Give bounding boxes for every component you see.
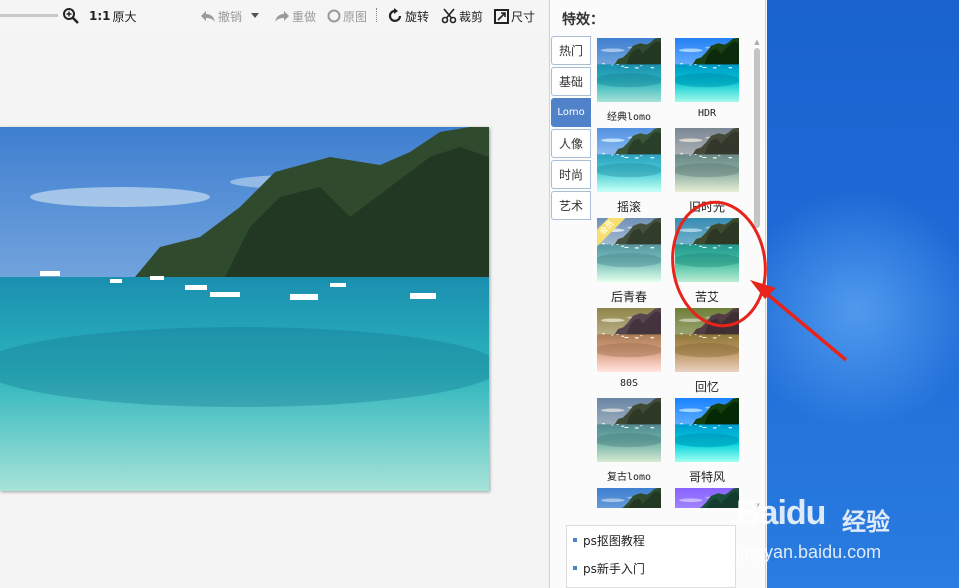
effect-item[interactable]: 会员 后青春 xyxy=(597,218,661,304)
effect-thumbnail xyxy=(675,128,739,192)
chevron-down-icon xyxy=(251,13,259,18)
effect-label: 苦艾 xyxy=(694,290,719,304)
effect-thumbnail xyxy=(675,488,739,508)
effect-label: 哥特风 xyxy=(688,470,725,484)
rotate-icon xyxy=(388,8,402,22)
redo-button[interactable]: 重做 xyxy=(274,6,316,26)
top-toolbar: 1:1 原大 撤销 重做 原图 旋转 裁剪 尺寸 xyxy=(0,0,548,32)
category-tabs: 热门 基础 Lomo 人像 时尚 艺术 xyxy=(551,36,591,222)
effect-label: 复古lomo xyxy=(606,472,652,483)
undo-label: 撤销 xyxy=(218,9,243,24)
effect-item[interactable]: 苦艾 xyxy=(675,218,739,304)
effect-thumbnail xyxy=(675,218,739,282)
effect-thumbnail xyxy=(597,488,661,508)
rotate-label: 旋转 xyxy=(405,9,430,24)
edited-photo[interactable] xyxy=(0,127,489,491)
baidu-watermark: Baidu 经验 jingyan.baidu.com xyxy=(736,488,946,578)
effect-item[interactable]: 回忆 xyxy=(675,308,739,394)
crop-button[interactable]: 裁剪 xyxy=(441,6,483,26)
effect-item[interactable] xyxy=(597,488,661,508)
circle-icon xyxy=(327,9,341,23)
tab-lomo[interactable]: Lomo xyxy=(551,98,591,127)
bullet-icon xyxy=(573,566,577,570)
tab-basic[interactable]: 基础 xyxy=(551,67,591,96)
editor-canvas xyxy=(0,32,548,588)
tab-fashion[interactable]: 时尚 xyxy=(551,160,591,189)
effect-item[interactable]: 摇滚 xyxy=(597,128,661,214)
effect-label: 后青春 xyxy=(610,290,647,304)
tab-art[interactable]: 艺术 xyxy=(551,191,591,220)
effect-label: HDR xyxy=(697,108,717,119)
redo-icon xyxy=(275,11,289,22)
bullet-icon xyxy=(573,538,577,542)
effect-thumbnail xyxy=(597,38,661,102)
undo-icon xyxy=(201,11,215,22)
effects-scrollbar[interactable]: ▲ ▼ xyxy=(751,38,763,510)
effect-label: 回忆 xyxy=(694,380,719,394)
link-ps-cutout-tutorial[interactable]: ps抠图教程 xyxy=(567,526,735,554)
link-label: ps抠图教程 xyxy=(583,533,645,548)
watermark-url: jingyan.baidu.com xyxy=(736,542,882,562)
effect-label: 旧时光 xyxy=(688,200,725,214)
desktop-glow xyxy=(767,180,959,440)
effect-thumbnail xyxy=(597,398,661,462)
link-ps-beginner[interactable]: ps新手入门 xyxy=(567,554,735,582)
toolbar-divider xyxy=(376,8,377,22)
watermark-cn: 经验 xyxy=(842,508,890,536)
tab-portrait[interactable]: 人像 xyxy=(551,129,591,158)
undo-button[interactable]: 撤销 xyxy=(200,6,242,26)
effect-item[interactable]: HDR xyxy=(675,38,739,119)
crop-label: 裁剪 xyxy=(459,9,484,24)
effect-item[interactable]: 经典lomo xyxy=(597,38,661,123)
ratio-label: 1:1 xyxy=(89,9,111,23)
effects-grid: 经典lomo HDR 摇滚 旧时光 会员 后青春 苦艾 80S 回忆 复古lom… xyxy=(592,38,752,508)
resize-icon xyxy=(494,8,509,24)
original-size-label: 原大 xyxy=(112,9,137,24)
original-label: 原图 xyxy=(343,9,368,24)
effect-thumbnail: 会员 xyxy=(597,218,661,282)
scroll-up-icon[interactable]: ▲ xyxy=(753,38,761,46)
baidu-logo: Baidu xyxy=(736,494,826,532)
effect-label: 摇滚 xyxy=(616,200,641,214)
effect-item[interactable]: 复古lomo xyxy=(597,398,661,483)
zoom-slider[interactable] xyxy=(0,14,58,17)
zoom-in-button[interactable] xyxy=(62,6,80,26)
resize-button[interactable]: 尺寸 xyxy=(494,6,535,26)
effect-thumbnail xyxy=(675,308,739,372)
link-label: ps新手入门 xyxy=(583,561,645,576)
effect-label: 经典lomo xyxy=(606,112,652,123)
effect-label: 80S xyxy=(619,378,639,389)
effect-thumbnail xyxy=(675,38,739,102)
rotate-button[interactable]: 旋转 xyxy=(387,6,429,26)
original-size-button[interactable]: 1:1 原大 xyxy=(89,6,137,26)
related-links: ps抠图教程 ps新手入门 xyxy=(566,525,736,588)
original-image-button[interactable]: 原图 xyxy=(327,6,367,26)
effects-panel: 特效： 热门 基础 Lomo 人像 时尚 艺术 经典lomo HDR 摇滚 旧时… xyxy=(549,0,766,588)
effect-item[interactable]: 哥特风 xyxy=(675,398,739,484)
effect-item[interactable]: 旧时光 xyxy=(675,128,739,214)
size-label: 尺寸 xyxy=(511,9,536,24)
panel-title: 特效： xyxy=(562,12,604,28)
effect-thumbnail xyxy=(597,128,661,192)
effect-thumbnail xyxy=(675,398,739,462)
scissors-icon xyxy=(441,8,457,24)
scrollbar-thumb[interactable] xyxy=(754,48,760,228)
undo-dropdown[interactable] xyxy=(250,6,260,26)
zoom-in-icon xyxy=(63,8,79,24)
tab-hot[interactable]: 热门 xyxy=(551,36,591,65)
effect-item[interactable]: 80S xyxy=(597,308,661,389)
redo-label: 重做 xyxy=(292,9,317,24)
effect-thumbnail xyxy=(597,308,661,372)
effect-item[interactable] xyxy=(675,488,739,508)
